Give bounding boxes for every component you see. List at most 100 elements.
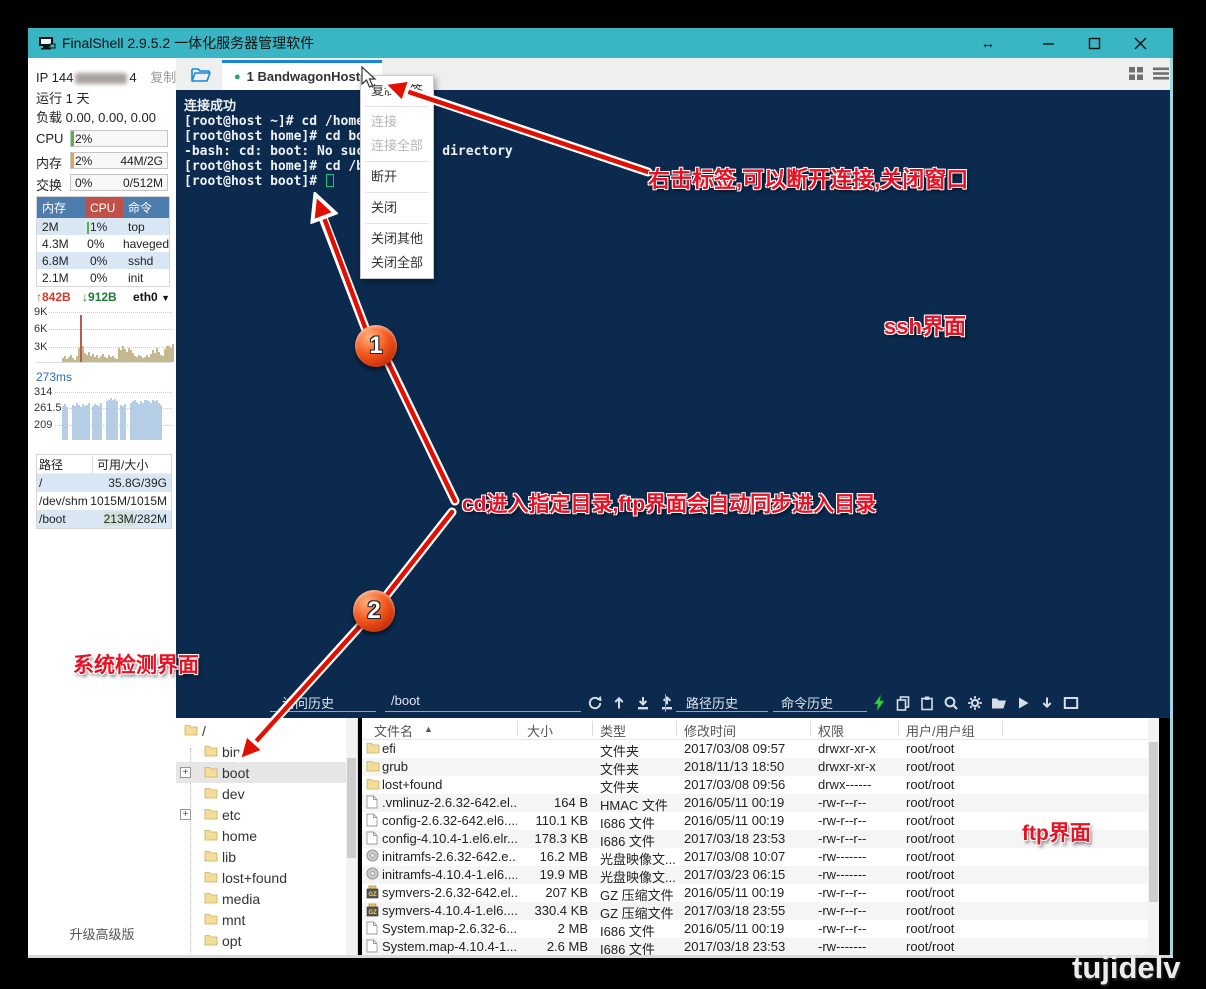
process-row[interactable]: 2.1M 0% init	[37, 269, 169, 286]
tree-item-bin[interactable]: bin	[176, 741, 346, 762]
file-row[interactable]: initramfs-2.6.32-642.e... 16.2 MB 光盘映像文.…	[362, 848, 1148, 866]
disk-row[interactable]: /dev/shm1015M/1015M	[37, 492, 171, 510]
server-ip: IP 1444 复制	[36, 67, 176, 86]
path-history-field[interactable]: 路径历史	[676, 693, 768, 712]
folder-icon	[204, 765, 218, 781]
folder-icon	[204, 744, 218, 760]
disk-row[interactable]: /boot213M/282M	[37, 510, 171, 528]
tree-item-opt[interactable]: opt	[176, 930, 346, 951]
menu-item[interactable]: 连接	[361, 110, 433, 134]
annotation-ssh: ssh界面	[884, 309, 966, 341]
terminal-line: [root@host ~]# cd /home	[184, 114, 1170, 129]
arrow-up-icon[interactable]	[610, 694, 628, 712]
path-field[interactable]: /boot	[385, 693, 581, 712]
open-connection-button[interactable]	[186, 62, 216, 86]
app-logo-icon	[38, 36, 56, 51]
process-row[interactable]: 2M 1% top	[37, 218, 169, 235]
copy-icon[interactable]	[894, 694, 912, 712]
refresh-icon[interactable]	[586, 694, 604, 712]
window-titlebar: FinalShell 2.9.5.2 一体化服务器管理软件 ↔	[28, 28, 1173, 58]
file-row[interactable]: System.map-2.6.32-6... 2 MB I686 文件 2016…	[362, 920, 1148, 938]
file-icon	[366, 795, 378, 812]
tree-item-home[interactable]: home	[176, 825, 346, 846]
cpu-gauge: CPU 2%	[36, 130, 168, 147]
tree-item-media[interactable]: media	[176, 888, 346, 909]
uptime-label: 运行 1 天	[36, 88, 89, 107]
disk-row[interactable]: /35.8G/39G	[37, 474, 171, 492]
chevron-down-icon: ▼	[161, 293, 170, 303]
table-scrollbar[interactable]	[1148, 718, 1159, 955]
disc-icon	[366, 867, 379, 883]
folder-icon	[366, 759, 380, 775]
arrow-down-icon[interactable]	[1038, 694, 1056, 712]
gear-icon[interactable]	[966, 694, 984, 712]
copy-ip-link[interactable]: 复制	[150, 70, 176, 85]
play-icon[interactable]	[1014, 694, 1032, 712]
tree-item-etc[interactable]: + etc	[176, 804, 346, 825]
tree-item-boot[interactable]: + boot	[176, 762, 346, 783]
menu-item[interactable]: 关闭全部	[361, 251, 433, 275]
terminal-toolbar: 访问历史 /boot 路径历史 命令历史	[176, 690, 1170, 718]
visit-history-field[interactable]: 访问历史	[270, 693, 376, 712]
resize-icon[interactable]: ↔	[968, 28, 1008, 58]
menu-separator	[365, 223, 429, 224]
folder-icon	[204, 870, 218, 886]
menu-item[interactable]: 关闭	[361, 196, 433, 220]
folder-icon	[204, 912, 218, 928]
tree-item-lib[interactable]: lib	[176, 846, 346, 867]
expander-icon[interactable]: +	[180, 809, 191, 820]
close-button[interactable]	[1120, 28, 1160, 58]
folder-open-icon	[190, 66, 212, 83]
file-row[interactable]: GZ symvers-4.10.4-1.el6.... 330.4 KB GZ …	[362, 902, 1148, 920]
file-row[interactable]: .vmlinuz-2.6.32-642.el... 164 B HMAC 文件 …	[362, 794, 1148, 812]
maximize-button[interactable]	[1074, 28, 1114, 58]
tree-scrollbar[interactable]	[346, 718, 357, 955]
download-rate: ↓912B	[82, 290, 117, 304]
terminal-cursor	[326, 174, 334, 187]
tree-item-lostfound[interactable]: lost+found	[176, 867, 346, 888]
network-traffic-graph: 9K6K3K	[36, 308, 172, 363]
search-icon[interactable]	[942, 694, 960, 712]
process-row[interactable]: 6.8M 0% sshd	[37, 252, 169, 269]
menu-item[interactable]: 断开	[361, 165, 433, 189]
lightning-icon[interactable]	[870, 694, 888, 712]
tree-item-dev[interactable]: dev	[176, 783, 346, 804]
tree-item-mnt[interactable]: mnt	[176, 909, 346, 930]
svg-text:GZ: GZ	[368, 892, 377, 898]
minimize-button[interactable]	[1028, 28, 1068, 58]
tab-bandwagonhost[interactable]: ● 1 BandwagonHost	[222, 60, 382, 90]
file-table-header[interactable]: 文件名 ▲ 大小 类型 修改时间 权限 用户/用户组	[362, 718, 1148, 740]
file-row[interactable]: System.map-4.10.4-1... 2.6 MB I686 文件 20…	[362, 938, 1148, 955]
menu-item[interactable]: 连接全部	[361, 134, 433, 158]
ping-latency-label: 273ms	[36, 370, 72, 384]
folder-icon	[204, 891, 218, 907]
tree-item-root[interactable]: /	[176, 720, 346, 741]
file-row[interactable]: efi 文件夹 2017/03/08 09:57 drwxr-xr-x root…	[362, 740, 1148, 758]
command-history-field[interactable]: 命令历史	[773, 693, 867, 712]
terminal-line: [root@host home]# cd boot	[184, 129, 1170, 144]
upload-icon[interactable]	[658, 694, 676, 712]
tab-bar: ● 1 BandwagonHost	[176, 58, 1170, 90]
file-row[interactable]: GZ symvers-2.6.32-642.el... 207 KB GZ 压缩…	[362, 884, 1148, 902]
gz-icon: GZ	[366, 885, 379, 902]
window-icon[interactable]	[1062, 694, 1080, 712]
file-row[interactable]: grub 文件夹 2018/11/13 18:50 drwxr-xr-x roo…	[362, 758, 1148, 776]
memory-gauge: 内存 2%44M/2G	[36, 152, 168, 169]
tab-label: 1 BandwagonHost	[247, 69, 360, 84]
mouse-cursor-icon	[360, 66, 380, 90]
interface-dropdown[interactable]: eth0 ▼	[133, 290, 170, 304]
file-row[interactable]: initramfs-4.10.4-1.el6.... 19.9 MB 光盘映像文…	[362, 866, 1148, 884]
process-row[interactable]: 4.3M 0% haveged	[37, 235, 169, 252]
file-icon	[366, 831, 378, 848]
annotation-cd-tip: cd进入指定目录,ftp界面会自动同步进入目录	[462, 488, 876, 518]
list-view-icon[interactable]	[1152, 66, 1170, 86]
expander-icon[interactable]: +	[180, 767, 191, 778]
file-row[interactable]: lost+found 文件夹 2017/03/08 09:56 drwx----…	[362, 776, 1148, 794]
download-icon[interactable]	[634, 694, 652, 712]
disk-table: 路径 可用/大小 /35.8G/39G/dev/shm1015M/1015M/b…	[36, 454, 172, 529]
upgrade-link[interactable]: 升级高级版	[28, 924, 176, 943]
folder-open-icon[interactable]	[990, 694, 1008, 712]
grid-view-icon[interactable]	[1128, 66, 1145, 86]
paste-icon[interactable]	[918, 694, 936, 712]
menu-item[interactable]: 关闭其他	[361, 227, 433, 251]
